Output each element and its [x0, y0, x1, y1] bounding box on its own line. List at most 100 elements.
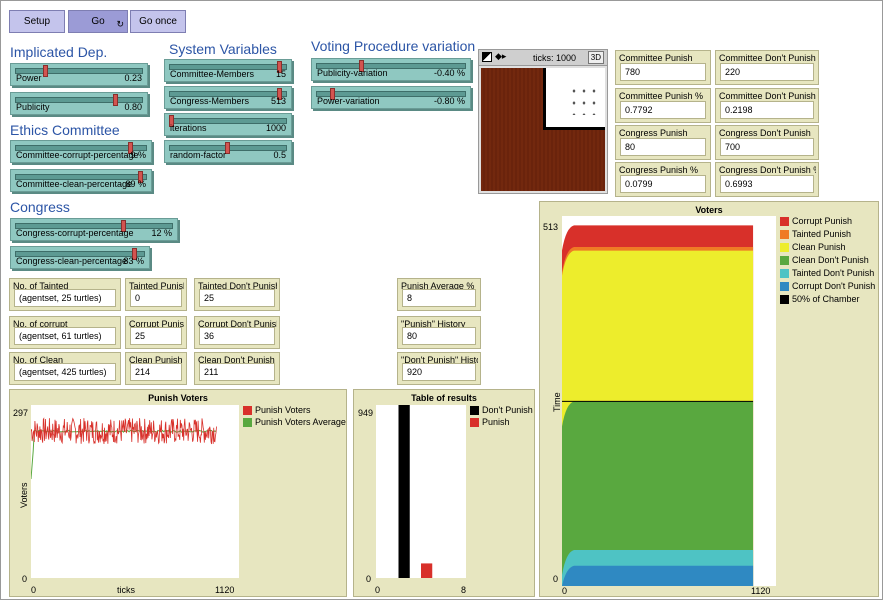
- legend-punish: Punish: [470, 417, 510, 427]
- y-tick-max: 297: [13, 408, 29, 418]
- results-plot: [376, 405, 466, 578]
- resize-icon[interactable]: [482, 52, 492, 62]
- monitor-title: Committee Punish: [619, 53, 693, 63]
- left-monitor-8: Clean Don't Punish 211: [194, 352, 280, 385]
- monitor-value: 211: [199, 363, 275, 381]
- slider-publicity[interactable]: Publicity 0.80: [10, 92, 148, 115]
- right-monitor-6: Congress Punish % 0.0799: [615, 162, 711, 197]
- go-once-label: Go once: [139, 16, 177, 27]
- heading-system: System Variables: [169, 41, 277, 57]
- left-monitor-2: Tainted Don't Punish 25: [194, 278, 280, 311]
- go-button[interactable]: Go ↻: [68, 10, 128, 33]
- right-monitor-4: Congress Punish 80: [615, 125, 711, 160]
- monitor-value: (agentset, 61 turtles): [14, 327, 116, 345]
- x-tick-max: 1120: [215, 585, 235, 595]
- voters-panel: Voters 513 0 0 1120 Time Corrupt Punish T…: [539, 201, 879, 597]
- ticks-label: ticks: 1000: [533, 53, 577, 63]
- left-monitor-3: No. of corrupt (agentset, 61 turtles): [9, 316, 121, 349]
- slider-power[interactable]: Power 0.23: [10, 63, 148, 86]
- monitor-value: 220: [720, 63, 814, 81]
- monitor-value: 36: [199, 327, 275, 345]
- y-tick-max: 949: [358, 408, 374, 418]
- slider-committee-members[interactable]: Committee-Members 15: [164, 59, 292, 82]
- voters-title: Voters: [695, 205, 723, 215]
- punish-voters-plot: [30, 405, 239, 578]
- monitor-value: 8: [402, 289, 476, 307]
- monitor-title: Committee Punish %: [619, 91, 704, 101]
- legend-clean-punish: Clean Punish: [780, 242, 875, 252]
- view-toolbar: ◆▸ ticks: 1000 3D: [479, 50, 607, 66]
- heading-implicated: Implicated Dep.: [10, 44, 108, 60]
- netlogo-interface: Setup Go ↻ Go once Implicated Dep. System…: [0, 0, 883, 600]
- slider-congress-members[interactable]: Congress-Members 513: [164, 86, 292, 109]
- monitor-value: 0.6993: [720, 175, 814, 193]
- y-tick-min: 0: [553, 574, 559, 584]
- mid-monitor-2: "Don't Punish" History920: [397, 352, 481, 385]
- legend-tainted-punish: Tainted Punish: [780, 229, 875, 239]
- table-of-results-panel: Table of results 949 0 0 8 Don't Punish …: [353, 389, 535, 597]
- mid-monitor-1: "Punish" History 80: [397, 316, 481, 349]
- right-monitor-5: Congress Don't Punish 700: [715, 125, 819, 160]
- world-view[interactable]: ◆▸ ticks: 1000 3D: [478, 49, 608, 194]
- legend-corrupt-don-t-punish: Corrupt Don't Punish: [780, 281, 875, 291]
- x-tick-min: 0: [31, 585, 37, 595]
- monitor-value: (agentset, 425 turtles): [14, 363, 116, 381]
- legend-punish-voters-average: Punish Voters Average: [243, 417, 346, 427]
- left-monitor-0: No. of Tainted (agentset, 25 turtles): [9, 278, 121, 311]
- x-axis-label: ticks: [117, 585, 135, 595]
- loop-icon: ↻: [116, 19, 124, 29]
- monitor-value: 80: [402, 327, 476, 345]
- monitor-value: 25: [199, 289, 275, 307]
- go-once-button[interactable]: Go once: [130, 10, 186, 33]
- x-tick-min: 0: [562, 586, 568, 596]
- monitor-value: 80: [620, 138, 706, 156]
- legend-corrupt-punish: Corrupt Punish: [780, 216, 875, 226]
- right-monitor-3: Committee Don't Punish % 0.2198: [715, 88, 819, 123]
- arrows-icon[interactable]: ◆▸: [495, 51, 506, 62]
- voters-svg: [562, 225, 754, 587]
- go-label: Go: [91, 16, 105, 27]
- monitor-value: 920: [402, 363, 476, 381]
- monitor-title: Congress Punish: [619, 128, 688, 138]
- monitor-value: (agentset, 25 turtles): [14, 289, 116, 307]
- monitor-value: 700: [720, 138, 814, 156]
- left-monitor-6: No. of Clean (agentset, 425 turtles): [9, 352, 121, 385]
- bar-punish: [421, 563, 433, 578]
- setup-label: Setup: [23, 16, 51, 27]
- slider-congress-corrupt[interactable]: Congress-corrupt-percentage 12 %: [10, 218, 178, 241]
- legend-clean-don-t-punish: Clean Don't Punish: [780, 255, 875, 265]
- slider-power-variation[interactable]: Power-variation -0.80 %: [311, 86, 471, 109]
- right-monitor-2: Committee Punish % 0.7792: [615, 88, 711, 123]
- y-tick-max: 513: [543, 222, 559, 232]
- monitor-value: 214: [130, 363, 182, 381]
- turtle-dots: [569, 85, 599, 115]
- left-monitor-7: Clean Punish 214: [125, 352, 187, 385]
- heading-congress: Congress: [10, 199, 70, 215]
- right-monitor-1: Committee Don't Punish 220: [715, 50, 819, 85]
- x-tick-max: 1120: [751, 586, 771, 596]
- bar-dont-punish: [398, 405, 410, 578]
- monitor-title: Committee Don't Punish: [719, 53, 816, 63]
- x-tick-max: 8: [461, 585, 467, 595]
- monitor-title: Congress Punish %: [619, 165, 699, 175]
- monitor-value: 25: [130, 327, 182, 345]
- area-corrupt-don-t-punish: [562, 565, 754, 586]
- slider-committee-clean[interactable]: Committee-clean-percentage 89 %: [10, 169, 152, 192]
- slider-iterations[interactable]: iterations 1000: [164, 113, 292, 136]
- monitor-value: 0.0799: [620, 175, 706, 193]
- left-monitor-5: Corrupt Don't Punish 36: [194, 316, 280, 349]
- slider-random-factor[interactable]: random-factor 0.5: [164, 140, 292, 163]
- slider-committee-corrupt[interactable]: Committee-corrupt-percentage 9 %: [10, 140, 152, 163]
- monitor-value: 0.7792: [620, 101, 706, 119]
- setup-button[interactable]: Setup: [9, 10, 65, 33]
- y-tick-min: 0: [22, 574, 28, 584]
- y-tick-min: 0: [366, 574, 372, 584]
- punish-voters-panel: Punish Voters 297 0 0 1120 ticks Voters …: [9, 389, 347, 597]
- slider-publicity-variation[interactable]: Publicity-variation -0.40 %: [311, 58, 471, 81]
- legend-dont-punish: Don't Punish: [470, 405, 533, 415]
- monitor-title: Congress Don't Punish %: [719, 165, 816, 175]
- results-svg: [398, 405, 433, 578]
- 3d-button[interactable]: 3D: [587, 51, 604, 64]
- slider-congress-clean[interactable]: Congress-clean-percentage 83 %: [10, 246, 150, 269]
- legend-50-of-chamber: 50% of Chamber: [780, 294, 875, 304]
